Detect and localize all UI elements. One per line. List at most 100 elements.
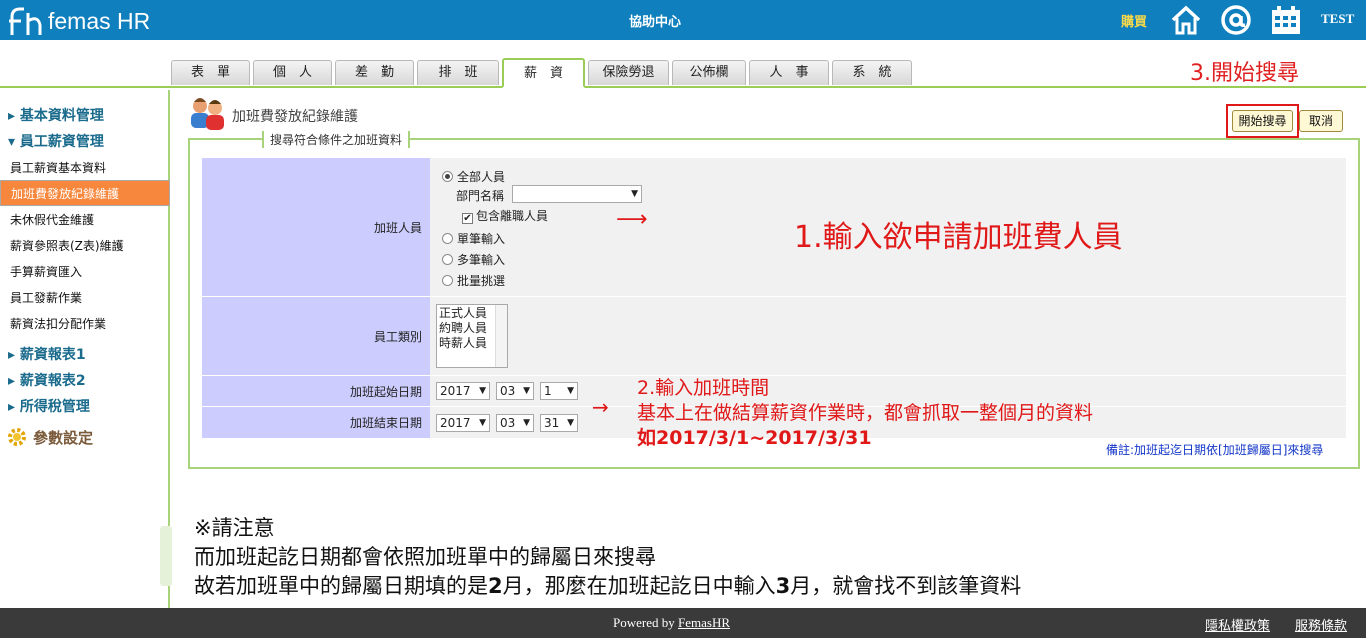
- bottom-note: ※請注意 而加班起訖日期都會依照加班單中的歸屬日來搜尋 故若加班單中的歸屬日期填…: [194, 514, 1021, 601]
- sidebar-group-tax[interactable]: ▸ 所得稅管理: [8, 396, 90, 416]
- sidebar-group-basic[interactable]: ▸ 基本資料管理: [8, 105, 104, 125]
- sidebar-group-report2[interactable]: ▸ 薪資報表2: [8, 370, 86, 390]
- start-day-select[interactable]: 1 ▼: [540, 382, 578, 400]
- logo-text: femas HR: [48, 7, 151, 34]
- fieldset-legend: 搜尋符合條件之加班資料: [262, 131, 411, 148]
- checkbox-checked-icon: ✔: [462, 213, 473, 224]
- end-day-select[interactable]: 31 ▼: [540, 414, 578, 432]
- note-number: 2: [488, 574, 503, 598]
- privacy-policy-link[interactable]: 隱私權政策: [1205, 615, 1270, 634]
- cancel-button[interactable]: 取消: [1299, 110, 1343, 132]
- radio-single-entry[interactable]: 單筆輸入: [442, 230, 505, 247]
- note-line3: 故若加班單中的歸屬日期填的是2月，那麼在加班起訖日中輸入3月，就會找不到該筆資料: [194, 572, 1021, 601]
- main-tab-bar: 表 單 個 人 差 勤 排 班 薪 資 保險勞退 公佈欄 人 事 系 統: [0, 40, 1366, 88]
- end-date-label: 加班結束日期: [202, 407, 430, 438]
- powered-text: Powered by: [613, 615, 678, 630]
- gear-icon: [8, 428, 26, 446]
- home-icon[interactable]: [1170, 4, 1202, 36]
- femas-logo[interactable]: femas HR: [8, 5, 150, 37]
- tab-bulletin[interactable]: 公佈欄: [672, 60, 746, 85]
- radio-all-staff[interactable]: 全部人員: [442, 168, 505, 185]
- radio-batch-select[interactable]: 批量挑選: [442, 272, 505, 289]
- chevron-down-icon: ▼: [523, 386, 530, 396]
- annotation-step1: 1.輸入欲申請加班費人員: [794, 220, 1123, 255]
- radio-dot: [442, 171, 453, 182]
- tab-insurance[interactable]: 保險勞退: [588, 60, 669, 85]
- sidebar-group-salary[interactable]: ▾ 員工薪資管理: [8, 131, 104, 151]
- footer: Powered by FemasHR 隱私權政策 服務條款: [0, 608, 1366, 638]
- start-year-select[interactable]: 2017 ▼: [436, 382, 490, 400]
- note-text: 月，就會找不到該筆資料: [790, 574, 1022, 598]
- sidebar-group-params-label: 參數設定: [33, 428, 94, 447]
- at-mail-icon[interactable]: [1220, 4, 1252, 36]
- buy-link[interactable]: 購買: [1121, 11, 1147, 30]
- employee-type-value: 正式人員 約聘人員 時薪人員: [430, 297, 1346, 375]
- chevron-down-icon: ▼: [631, 189, 638, 199]
- note-text: 月，那麼在加班起訖日中輸入: [502, 574, 776, 598]
- chevron-down-icon: ▼: [523, 418, 530, 428]
- end-month-select[interactable]: 03 ▼: [496, 414, 534, 432]
- tab-system[interactable]: 系 統: [832, 60, 912, 85]
- start-month-select[interactable]: 03 ▼: [496, 382, 534, 400]
- overtime-staff-value: 全部人員 部門名稱 ▼ ✔ 包含離職人員 單筆輸入 多筆輸入 批量挑選 ⟶ 1.輸…: [430, 158, 1346, 296]
- radio-label: 全部人員: [457, 170, 506, 184]
- sidebar-item-garnishment[interactable]: 薪資法扣分配作業: [10, 315, 106, 332]
- search-fieldset: 搜尋符合條件之加班資料 加班人員 全部人員 部門名稱 ▼ ✔ 包含離職人員 單筆輸…: [188, 131, 1360, 469]
- calendar-icon[interactable]: [1270, 4, 1302, 36]
- sidebar-item-salary-basic[interactable]: 員工薪資基本資料: [10, 159, 106, 176]
- tab-hr[interactable]: 人 事: [749, 60, 829, 85]
- tab-salary[interactable]: 薪 資: [502, 58, 585, 88]
- sidebar-group-params[interactable]: 參數設定: [6, 426, 93, 448]
- search-remark: 備註:加班起迄日期依[加班歸屬日]來搜尋: [1106, 443, 1324, 457]
- tab-shift[interactable]: 排 班: [417, 60, 499, 85]
- listbox-scrollbar[interactable]: [495, 305, 507, 367]
- sidebar-item-overtime-pay[interactable]: 加班費發放紀錄維護: [0, 180, 170, 206]
- start-year-value: 2017: [440, 384, 471, 398]
- end-day-value: 31: [544, 416, 560, 430]
- include-resigned-checkbox[interactable]: ✔ 包含離職人員: [462, 207, 548, 224]
- end-year-select[interactable]: 2017 ▼: [436, 414, 490, 432]
- sidebar-item-payroll[interactable]: 員工發薪作業: [10, 289, 82, 306]
- dept-select[interactable]: ▼: [512, 185, 642, 203]
- employee-type-row: 員工類別 正式人員 約聘人員 時薪人員: [202, 297, 1346, 375]
- start-day-value: 1: [544, 384, 552, 398]
- chevron-down-icon: ▼: [479, 386, 486, 396]
- chevron-down-icon: ▼: [479, 418, 486, 428]
- include-resigned-label: 包含離職人員: [476, 209, 549, 223]
- annotation-step2-line3: 如2017/3/1~2017/3/31: [637, 427, 872, 449]
- note-text: 故若加班單中的歸屬日期填的是: [194, 574, 488, 598]
- radio-label: 批量挑選: [457, 274, 506, 288]
- sidebar-collapse-handle[interactable]: [160, 526, 172, 586]
- terms-link[interactable]: 服務條款: [1295, 615, 1347, 634]
- overtime-staff-label: 加班人員: [202, 158, 430, 296]
- radio-dot: [442, 275, 453, 286]
- sidebar-item-unused-leave[interactable]: 未休假代金維護: [10, 211, 94, 228]
- sidebar-group-report1[interactable]: ▸ 薪資報表1: [8, 344, 86, 364]
- radio-dot: [442, 233, 453, 244]
- help-center-link[interactable]: 協助中心: [600, 11, 710, 30]
- radio-label: 多筆輸入: [457, 253, 506, 267]
- top-bar: femas HR 協助中心 購買 TEST: [0, 0, 1366, 40]
- employee-type-listbox[interactable]: 正式人員 約聘人員 時薪人員: [436, 304, 508, 368]
- tab-attendance[interactable]: 差 勤: [335, 60, 414, 85]
- powered-by: Powered by FemasHR: [613, 615, 730, 631]
- users-icon: [191, 98, 224, 130]
- femashr-link[interactable]: FemasHR: [678, 615, 730, 630]
- tab-forms[interactable]: 表 單: [171, 60, 250, 85]
- tab-personal[interactable]: 個 人: [253, 60, 332, 85]
- search-button[interactable]: 開始搜尋: [1232, 110, 1293, 132]
- employee-type-label: 員工類別: [202, 297, 430, 375]
- dept-label: 部門名稱: [456, 189, 505, 203]
- start-date-label: 加班起始日期: [202, 376, 430, 406]
- username[interactable]: TEST: [1321, 11, 1354, 27]
- radio-label: 單筆輸入: [457, 232, 506, 246]
- radio-multi-entry[interactable]: 多筆輸入: [442, 251, 505, 268]
- note-number: 3: [775, 574, 791, 598]
- sidebar-item-manual-import[interactable]: 手算薪資匯入: [10, 263, 82, 280]
- end-month-value: 03: [500, 416, 516, 430]
- note-line1: ※請注意: [194, 516, 275, 540]
- end-year-value: 2017: [440, 416, 471, 430]
- sidebar-item-ztable[interactable]: 薪資參照表(Z表)維護: [10, 237, 124, 254]
- note-line2: 而加班起訖日期都會依照加班單中的歸屬日來搜尋: [194, 545, 656, 569]
- annotation-step2: 2.輸入加班時間 基本上在做結算薪資作業時，都會抓取一整個月的資料 如2017/…: [637, 376, 1093, 451]
